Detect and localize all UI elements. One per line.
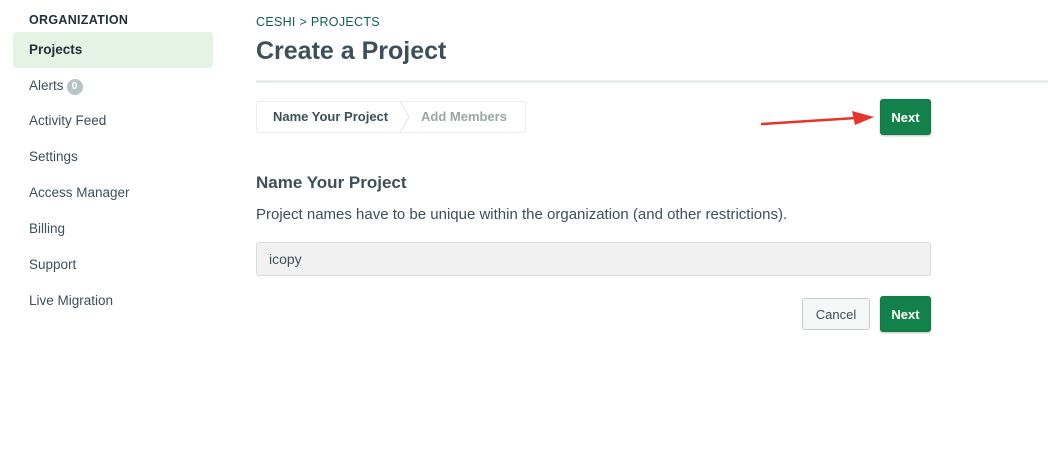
sidebar-item-label: Settings — [29, 149, 78, 164]
chevron-right-icon — [399, 102, 410, 132]
section-description: Project names have to be unique within t… — [256, 206, 788, 223]
title-divider — [256, 80, 1048, 83]
sidebar-item-support[interactable]: Support — [13, 247, 213, 283]
sidebar-item-projects[interactable]: Projects — [13, 32, 213, 68]
sidebar-item-live-migration[interactable]: Live Migration — [13, 283, 213, 319]
project-name-input[interactable] — [256, 242, 931, 276]
sidebar-item-label: Access Manager — [29, 185, 130, 200]
sidebar-item-label: Alerts — [29, 78, 64, 93]
sidebar-item-alerts[interactable]: Alerts 0 — [13, 68, 213, 104]
sidebar-item-activity-feed[interactable]: Activity Feed — [13, 103, 213, 139]
sidebar-item-label: Live Migration — [29, 293, 114, 308]
breadcrumb[interactable]: CESHI > PROJECTS — [256, 15, 380, 29]
sidebar: ORGANIZATION Projects Alerts 0 Activity F… — [0, 0, 225, 459]
step-name-your-project[interactable]: Name Your Project — [273, 102, 388, 132]
wizard-stepper: Name Your Project Add Members — [256, 101, 526, 133]
page-title: Create a Project — [256, 37, 447, 65]
sidebar-item-billing[interactable]: Billing — [13, 211, 213, 247]
red-arrow-icon — [760, 111, 874, 126]
next-button-bottom[interactable]: Next — [880, 296, 931, 332]
sidebar-item-label: Projects — [29, 42, 83, 57]
alerts-count-badge: 0 — [66, 79, 83, 95]
next-button-top[interactable]: Next — [880, 99, 931, 135]
step-add-members[interactable]: Add Members — [421, 102, 507, 132]
section-title: Name Your Project — [256, 173, 407, 192]
sidebar-item-access-manager[interactable]: Access Manager — [13, 175, 213, 211]
cancel-button[interactable]: Cancel — [802, 298, 870, 330]
sidebar-heading: ORGANIZATION — [29, 13, 129, 27]
sidebar-item-label: Activity Feed — [29, 113, 107, 128]
sidebar-item-label: Support — [29, 257, 77, 272]
sidebar-item-label: Billing — [29, 221, 66, 236]
sidebar-item-settings[interactable]: Settings — [13, 139, 213, 175]
